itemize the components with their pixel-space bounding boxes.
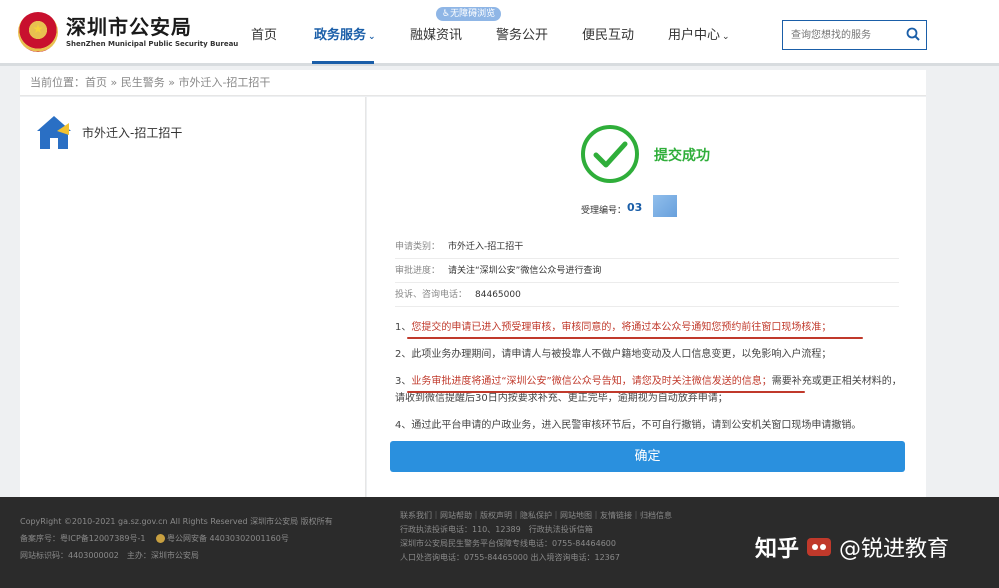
police-emblem-icon (18, 12, 58, 52)
info-row-category: 申请类别： 市外迁入-招工招干 (395, 235, 899, 259)
zhihu-watermark: 知乎 @锐进教育 (755, 536, 950, 562)
footer-consult-line: 人口处咨询电话：0755-84465000 出入境咨询电话：12367 (400, 553, 620, 562)
footer-complaint-line: 行政执法投诉电话：110、12389 行政执法投诉信箱 (400, 525, 593, 534)
nav-media-news[interactable]: 融媒资讯 (410, 24, 462, 43)
info-row-hotline: 投诉、咨询电话： 84465000 (395, 283, 899, 307)
logo-title: 深圳市公安局 (66, 15, 192, 39)
info-row-progress: 审批进度： 请关注“深圳公安”微信公众号进行查询 (395, 259, 899, 283)
success-check-icon (581, 125, 639, 183)
note-4: 4、通过此平台申请的户政业务，进入民警审核环节后，不可自行撤销，请到公安机关窗口… (395, 420, 862, 431)
nav-user-center[interactable]: 用户中心 ⌄ (668, 24, 730, 43)
nav-government-services[interactable]: 政务服务 ⌄ (314, 24, 376, 43)
note-1: 1、您提交的申请已进入预受理审核，审核同意的，将通过本公众号通知您预约前往窗口现… (395, 322, 832, 333)
confirm-button[interactable]: 确定 (390, 441, 905, 472)
accessibility-button[interactable]: ♿无障碍浏览 (436, 7, 502, 21)
service-title: 市外迁入-招工招干 (82, 126, 183, 140)
footer-links[interactable]: 联系我们｜网站帮助｜版权声明｜隐私保护｜网站地图｜友情链接｜归档信息 (400, 509, 672, 523)
breadcrumb: 当前位置：首页 » 民生警务 » 市外迁入-招工招干 (20, 70, 926, 96)
police-badge-icon (156, 534, 166, 543)
footer-copyright: CopyRight ©2010-2021 ga.sz.gov.cn All Ri… (20, 517, 333, 526)
site-logo[interactable]: 深圳市公安局 ShenZhen Municipal Public Securit… (18, 12, 238, 52)
nav-police-affairs[interactable]: 警务公开 (496, 24, 548, 43)
footer-police-record-link[interactable]: 粤公网安备 44030302001160号 (167, 534, 289, 543)
note-2: 2、此项业务办理期间，请申请人与被投靠人不做户籍地变动及人口信息变更，以免影响入… (395, 349, 832, 360)
search-icon[interactable] (906, 27, 920, 41)
footer-icp-link[interactable]: 备案序号：粤ICP备12007389号-1 (20, 534, 145, 543)
chevron-down-icon: ⌄ (722, 32, 730, 42)
logo-subtitle: ShenZhen Municipal Public Security Burea… (66, 40, 239, 48)
red-underline-annotation (407, 391, 805, 393)
site-footer: CopyRight ©2010-2021 ga.sz.gov.cn All Ri… (0, 497, 999, 588)
nav-home[interactable]: 首页 (251, 24, 277, 43)
search-input[interactable] (783, 21, 898, 49)
note-3: 3、业务审批进度将通过“深圳公安”微信公众号告知，请您及时关注微信发送的信息；需… (395, 376, 902, 404)
red-underline-annotation (407, 337, 863, 339)
footer-site-code: 网站标识码：4403000002 主办：深圳市公安局 (20, 551, 199, 560)
zhihu-logo-icon (805, 536, 833, 558)
search-box (782, 20, 927, 50)
service-sidebar: 市外迁入-招工招干 (20, 97, 366, 497)
site-header: 深圳市公安局 ShenZhen Municipal Public Securit… (0, 0, 999, 66)
redacted-number (653, 195, 677, 217)
accept-number-label: 受理编号： (581, 206, 627, 216)
footer-hotline: 深圳市公安局民生警务平台保障专线电话：0755-84464600 (400, 539, 616, 548)
nav-interaction[interactable]: 便民互动 (582, 24, 634, 43)
accept-number-value: 03 (627, 201, 643, 214)
chevron-down-icon: ⌄ (368, 32, 376, 42)
success-status: 提交成功 (654, 148, 710, 164)
submission-result-panel: 提交成功 受理编号： 03 申请类别： 市外迁入-招工招干 审批进度： 请关注“深圳… (367, 97, 926, 497)
active-nav-indicator (312, 61, 374, 64)
house-icon (37, 116, 71, 149)
